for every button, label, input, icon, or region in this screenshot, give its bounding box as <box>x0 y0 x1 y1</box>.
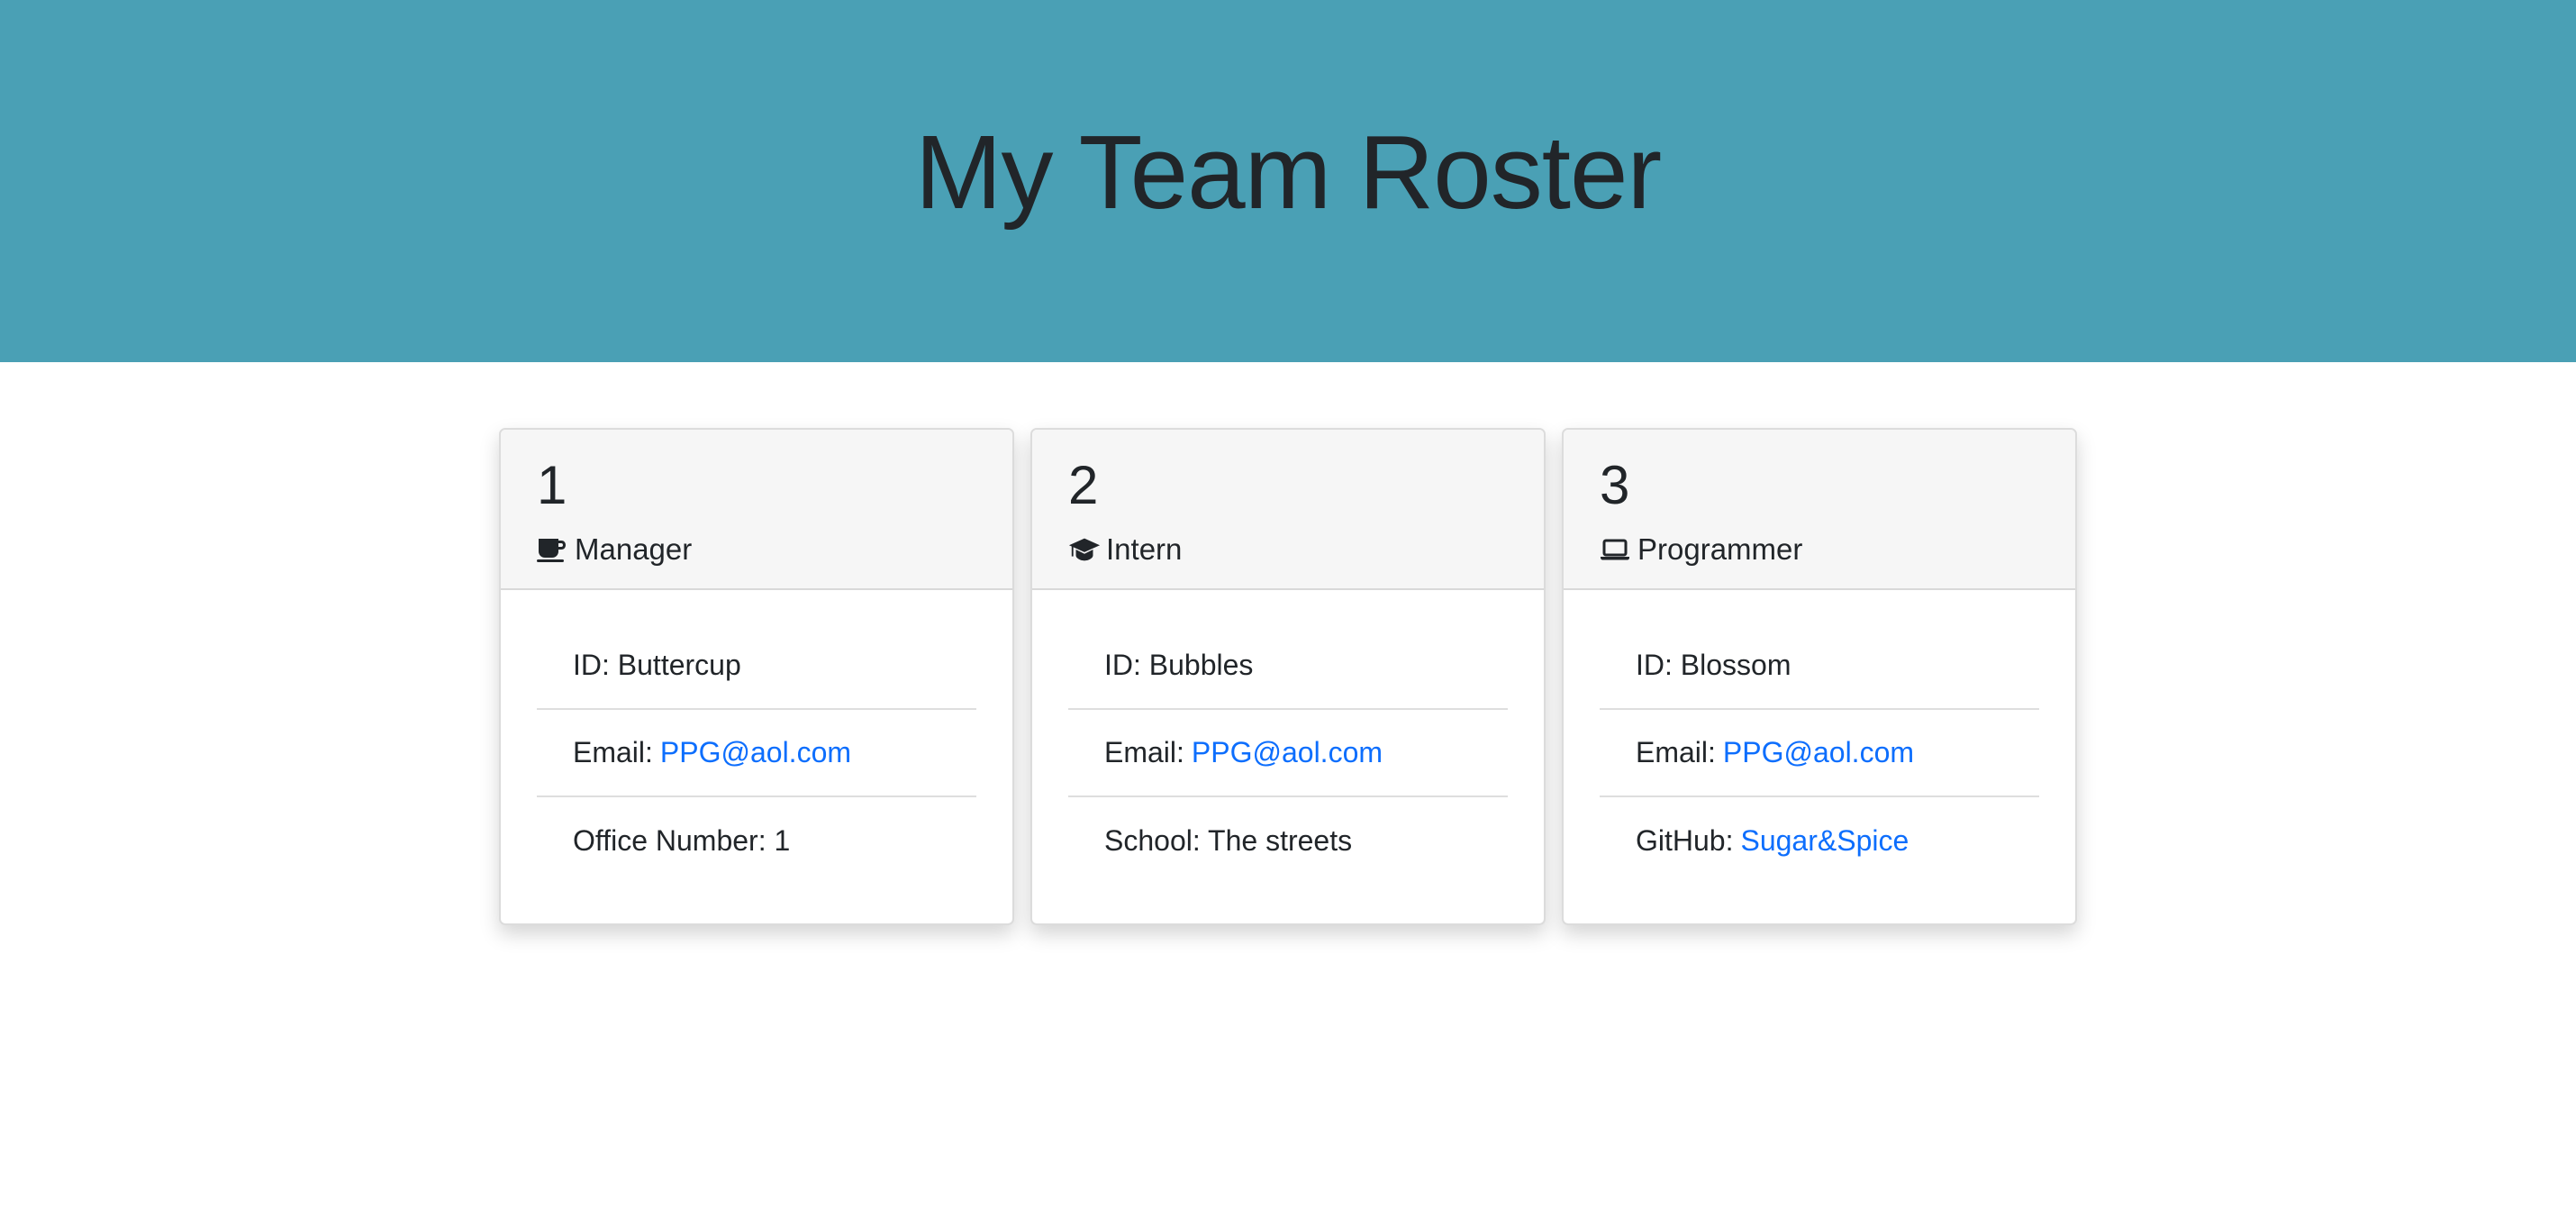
employee-number: 2 <box>1068 455 1099 515</box>
office-number-text: Office Number: 1 <box>573 824 791 857</box>
email-link[interactable]: PPG@aol.com <box>1192 736 1383 769</box>
card-body: ID: Buttercup Email: PPG@aol.com Office … <box>501 590 1012 885</box>
employee-email: Email: PPG@aol.com <box>1068 710 1508 797</box>
github-link[interactable]: Sugar&Spice <box>1740 824 1909 858</box>
id-text: ID: Buttercup <box>573 649 741 681</box>
team-cards: 1 Manager ID: Buttercup Email: PPG@aol.c… <box>499 428 2077 925</box>
employee-id: ID: Bubbles <box>1068 623 1508 710</box>
role-label: Programmer <box>1637 532 1803 566</box>
school-text: School: The streets <box>1104 824 1353 857</box>
employee-school: School: The streets <box>1068 797 1508 885</box>
employee-role: Programmer <box>1600 532 2075 567</box>
github-label: GitHub: <box>1636 824 1734 857</box>
employee-github: GitHub: Sugar&Spice <box>1600 797 2039 885</box>
employee-email: Email: PPG@aol.com <box>537 710 976 797</box>
laptop-icon <box>1600 535 1632 564</box>
employee-office-number: Office Number: 1 <box>537 797 976 885</box>
employee-role: Intern <box>1068 532 1544 567</box>
card-header: 2 Intern <box>1032 430 1544 590</box>
employee-id: ID: Blossom <box>1600 623 2039 710</box>
email-link[interactable]: PPG@aol.com <box>660 736 851 769</box>
employee-number: 3 <box>1600 455 1630 515</box>
employee-number: 1 <box>537 455 567 515</box>
coffee-icon <box>537 535 569 564</box>
email-label: Email: <box>573 736 653 768</box>
card-header: 3 Programmer <box>1564 430 2075 590</box>
email-label: Email: <box>1104 736 1184 768</box>
role-label: Manager <box>575 532 693 566</box>
employee-card-programmer: 3 Programmer ID: Blossom Email: PPG@aol.… <box>1562 428 2077 925</box>
employee-id: ID: Buttercup <box>537 623 976 710</box>
employee-role: Manager <box>537 532 1012 567</box>
email-link[interactable]: PPG@aol.com <box>1723 736 1914 769</box>
graduation-cap-icon <box>1068 535 1101 564</box>
card-body: ID: Blossom Email: PPG@aol.com GitHub: S… <box>1564 590 2075 885</box>
id-text: ID: Blossom <box>1636 649 1791 681</box>
email-label: Email: <box>1636 736 1716 768</box>
card-header: 1 Manager <box>501 430 1012 590</box>
page-title: My Team Roster <box>914 114 1662 231</box>
employee-card-intern: 2 Intern ID: Bubbles Email: PPG@aol.com <box>1030 428 1546 925</box>
card-body: ID: Bubbles Email: PPG@aol.com School: T… <box>1032 590 1544 885</box>
employee-email: Email: PPG@aol.com <box>1600 710 2039 797</box>
id-text: ID: Bubbles <box>1104 649 1254 681</box>
page-header: My Team Roster <box>0 0 2576 362</box>
role-label: Intern <box>1106 532 1183 566</box>
employee-card-manager: 1 Manager ID: Buttercup Email: PPG@aol.c… <box>499 428 1014 925</box>
